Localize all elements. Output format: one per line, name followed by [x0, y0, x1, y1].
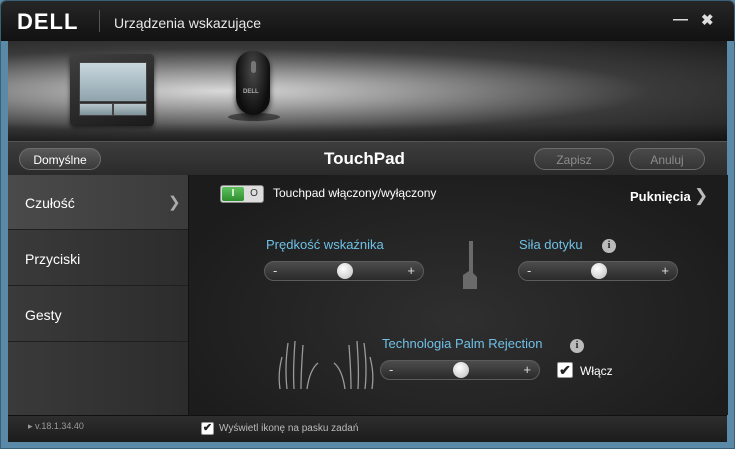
arrow-right-icon: ▸ — [28, 421, 33, 431]
hero-floor — [8, 123, 727, 141]
slider-knob[interactable] — [591, 263, 607, 279]
dell-pointing-devices-window: DELL Urządzenia wskazujące — ✖ DELL Domy… — [0, 0, 735, 449]
toggle-off-indicator: O — [250, 188, 258, 199]
palm-rejection-enable-label: Włącz — [580, 364, 613, 378]
pointer-speed-label: Prędkość wskaźnika — [266, 237, 384, 252]
touch-force-slider[interactable]: - + — [518, 261, 678, 281]
title-separator — [99, 10, 100, 32]
touch-force-label: Siła dotyku — [519, 237, 583, 252]
mouse-wheel — [251, 61, 256, 73]
decrease-icon: - — [273, 263, 278, 278]
title-bar: DELL Urządzenia wskazujące — ✖ — [1, 1, 734, 41]
touchpad-right-button — [113, 103, 147, 116]
sidebar-item-label: Czułość — [25, 195, 75, 211]
pointer-speed-slider[interactable]: - + — [264, 261, 424, 281]
info-icon[interactable]: i — [602, 239, 616, 253]
toolbar: Domyślne TouchPad Zapisz Anuluj — [8, 141, 727, 176]
palms-icon — [278, 340, 374, 390]
increase-icon: + — [523, 362, 531, 377]
tray-icon-label: Wyświetl ikonę na pasku zadań — [219, 423, 359, 434]
palm-rejection-enable-checkbox[interactable]: ✔ — [557, 362, 573, 378]
close-button[interactable]: ✖ — [701, 11, 714, 29]
mouse-icon[interactable]: DELL — [236, 51, 270, 115]
sidebar-item-label: Przyciski — [25, 251, 81, 267]
sensitivity-panel: I O Touchpad włączony/wyłączony Puknięci… — [188, 175, 728, 415]
sidebar-item-label: Gesty — [25, 307, 62, 323]
finger-icon — [463, 241, 477, 289]
decrease-icon: - — [389, 362, 394, 377]
taps-link[interactable]: Puknięcia — [630, 189, 691, 204]
device-selector: DELL — [8, 41, 727, 141]
palm-rejection-label: Technologia Palm Rejection — [382, 336, 543, 351]
version-label: ▸ v.18.1.34.40 — [28, 421, 84, 432]
increase-icon: + — [407, 263, 415, 278]
touchpad-left-button — [79, 103, 113, 116]
default-button[interactable]: Domyślne — [19, 148, 101, 170]
decrease-icon: - — [527, 263, 532, 278]
cancel-button[interactable]: Anuluj — [629, 148, 705, 170]
window-title: Urządzenia wskazujące — [114, 15, 262, 31]
mouse-logo: DELL — [243, 89, 259, 95]
slider-knob[interactable] — [337, 263, 353, 279]
dell-logo: DELL — [17, 9, 79, 34]
panel-title: TouchPad — [324, 149, 405, 168]
sidebar-item-sensitivity[interactable]: Czułość ❯ — [8, 175, 188, 230]
slider-knob[interactable] — [453, 362, 469, 378]
sidebar-item-buttons[interactable]: Przyciski — [8, 231, 188, 286]
increase-icon: + — [661, 263, 669, 278]
touchpad-toggle-label: Touchpad włączony/wyłączony — [273, 186, 437, 200]
chevron-right-icon[interactable]: ❯ — [694, 186, 708, 206]
minimize-button[interactable]: — — [673, 11, 688, 28]
sidebar: Czułość ❯ Przyciski Gesty — [8, 175, 188, 415]
touchpad-icon[interactable] — [70, 54, 154, 126]
sidebar-item-gestures[interactable]: Gesty — [8, 287, 188, 342]
version-text: v.18.1.34.40 — [35, 421, 84, 431]
tray-icon-checkbox[interactable]: ✔ — [201, 422, 214, 435]
save-button[interactable]: Zapisz — [534, 148, 614, 170]
toggle-on-indicator: I — [222, 187, 244, 201]
chevron-right-icon: ❯ — [168, 194, 181, 211]
touchpad-toggle[interactable]: I O — [220, 185, 264, 203]
info-icon[interactable]: i — [570, 339, 584, 353]
touchpad-surface — [79, 62, 147, 102]
palm-rejection-slider[interactable]: - + — [380, 360, 540, 380]
status-bar: ▸ v.18.1.34.40 ✔ Wyświetl ikonę na pasku… — [8, 415, 727, 442]
